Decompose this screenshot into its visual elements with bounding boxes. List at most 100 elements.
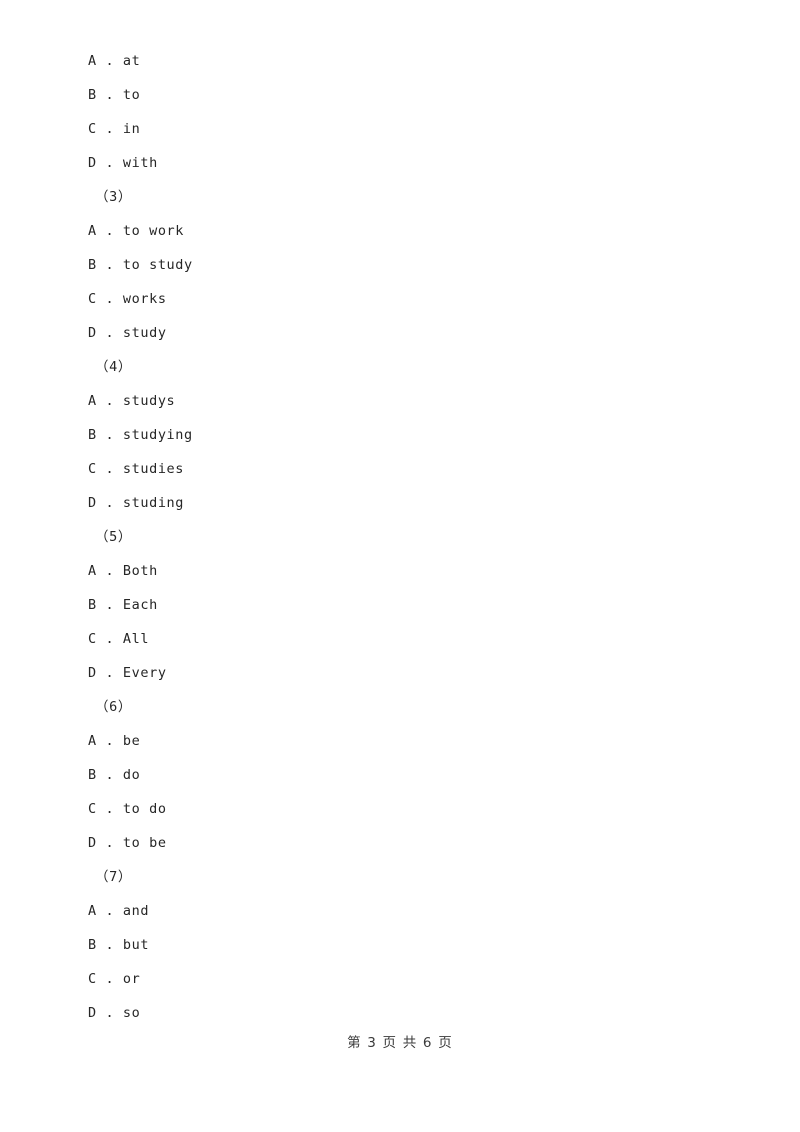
option-text: to study — [122, 257, 193, 273]
option-letter: C — [88, 801, 97, 817]
option-text: to be — [122, 835, 167, 851]
option-text: and — [122, 903, 150, 919]
option-text: studying — [122, 427, 193, 443]
option-letter: A — [88, 53, 97, 69]
option-letter: C — [88, 121, 97, 137]
option-separator: . — [96, 53, 123, 69]
option-letter: D — [88, 1005, 97, 1021]
answer-option[interactable]: A . to work — [88, 214, 708, 248]
option-text: Each — [122, 597, 158, 613]
option-separator: . — [96, 631, 123, 647]
option-separator: . — [96, 393, 123, 409]
option-text: but — [122, 937, 150, 953]
answer-option[interactable]: A . at — [88, 44, 708, 78]
option-text: study — [122, 325, 167, 341]
option-separator: . — [96, 155, 123, 171]
document-content: A . at B . to C . in D . with （3） A . to work… — [88, 44, 708, 1030]
option-letter: A — [88, 223, 97, 239]
option-separator: . — [96, 87, 123, 103]
option-separator: . — [96, 971, 123, 987]
option-letter: B — [88, 257, 97, 273]
option-letter: D — [88, 665, 97, 681]
answer-option[interactable]: D . to be — [88, 826, 708, 860]
option-letter: B — [88, 597, 97, 613]
option-separator: . — [96, 801, 123, 817]
option-text: works — [122, 291, 167, 307]
option-separator: . — [96, 665, 123, 681]
document-page: A . at B . to C . in D . with （3） A . to work… — [0, 0, 800, 1132]
answer-option[interactable]: D . study — [88, 316, 708, 350]
option-separator: . — [96, 427, 123, 443]
answer-option[interactable]: D . with — [88, 146, 708, 180]
option-letter: C — [88, 461, 97, 477]
answer-option[interactable]: D . so — [88, 996, 708, 1030]
answer-option[interactable]: C . works — [88, 282, 708, 316]
option-separator: . — [96, 903, 123, 919]
option-letter: C — [88, 631, 97, 647]
option-separator: . — [96, 325, 123, 341]
option-text: with — [122, 155, 158, 171]
option-letter: B — [88, 87, 97, 103]
option-separator: . — [96, 291, 123, 307]
option-text: to — [122, 87, 141, 103]
option-text: do — [122, 767, 141, 783]
answer-option[interactable]: B . do — [88, 758, 708, 792]
answer-option[interactable]: B . to — [88, 78, 708, 112]
answer-option[interactable]: B . Each — [88, 588, 708, 622]
option-letter: B — [88, 937, 97, 953]
answer-option[interactable]: B . but — [88, 928, 708, 962]
option-text: at — [122, 53, 141, 69]
option-letter: D — [88, 495, 97, 511]
option-separator: . — [96, 597, 123, 613]
answer-option[interactable]: C . or — [88, 962, 708, 996]
answer-option[interactable]: D . studing — [88, 486, 708, 520]
option-text: Both — [122, 563, 158, 579]
answer-option[interactable]: C . All — [88, 622, 708, 656]
option-text: studing — [122, 495, 185, 511]
answer-option[interactable]: A . and — [88, 894, 708, 928]
option-letter: D — [88, 835, 97, 851]
answer-option[interactable]: C . to do — [88, 792, 708, 826]
answer-option[interactable]: C . studies — [88, 452, 708, 486]
answer-option[interactable]: B . studying — [88, 418, 708, 452]
answer-option[interactable]: C . in — [88, 112, 708, 146]
option-separator: . — [96, 495, 123, 511]
option-letter: C — [88, 291, 97, 307]
answer-option[interactable]: A . Both — [88, 554, 708, 588]
option-text: or — [122, 971, 141, 987]
option-separator: . — [96, 563, 123, 579]
option-letter: A — [88, 563, 97, 579]
option-text: All — [122, 631, 150, 647]
question-number: （5） — [95, 529, 132, 545]
option-letter: D — [88, 155, 97, 171]
option-letter: D — [88, 325, 97, 341]
option-separator: . — [96, 223, 123, 239]
option-text: Every — [122, 665, 167, 681]
option-separator: . — [96, 121, 123, 137]
option-separator: . — [96, 835, 123, 851]
question-number: （7） — [95, 869, 132, 885]
option-letter: A — [88, 903, 97, 919]
question-number: （4） — [95, 359, 132, 375]
option-text: to work — [122, 223, 185, 239]
option-text: be — [122, 733, 141, 749]
page-footer: 第 3 页 共 6 页 — [347, 1035, 453, 1051]
answer-option[interactable]: A . be — [88, 724, 708, 758]
question-number: （3） — [95, 189, 132, 205]
option-letter: A — [88, 733, 97, 749]
option-text: studies — [122, 461, 185, 477]
option-letter: C — [88, 971, 97, 987]
option-separator: . — [96, 257, 123, 273]
option-separator: . — [96, 937, 123, 953]
answer-option[interactable]: B . to study — [88, 248, 708, 282]
option-separator: . — [96, 1005, 123, 1021]
option-letter: B — [88, 427, 97, 443]
option-letter: A — [88, 393, 97, 409]
option-separator: . — [96, 733, 123, 749]
answer-option[interactable]: D . Every — [88, 656, 708, 690]
answer-option[interactable]: A . studys — [88, 384, 708, 418]
option-text: studys — [122, 393, 176, 409]
option-text: in — [122, 121, 141, 137]
option-text: to do — [122, 801, 167, 817]
option-text: so — [122, 1005, 141, 1021]
